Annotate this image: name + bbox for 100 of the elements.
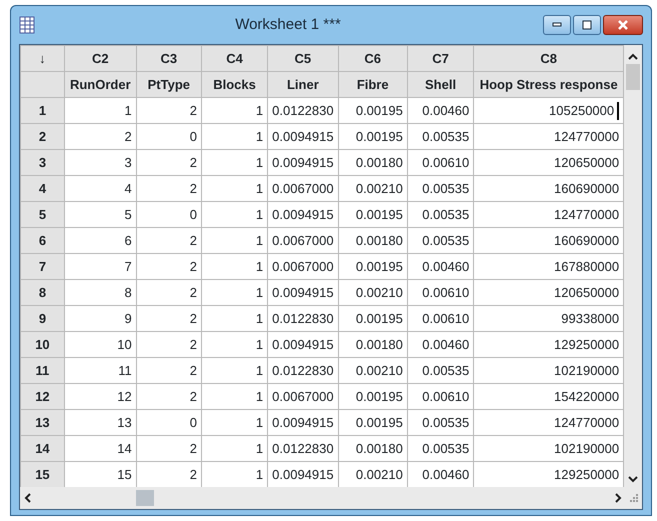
table-cell: 9 xyxy=(124,310,132,326)
table-cell: 8 xyxy=(124,284,132,300)
column-name-header: RunOrder xyxy=(64,72,136,98)
column-name-header: PtType xyxy=(136,72,202,98)
table-cell: 1 xyxy=(256,414,264,430)
table-cell: 0.00180 xyxy=(356,336,403,352)
row-number: 7 xyxy=(20,254,64,280)
row-number: 8 xyxy=(20,280,64,306)
table-cell: 2 xyxy=(190,284,197,300)
column-name-header: Shell xyxy=(407,72,474,98)
table-cell: 2 xyxy=(190,466,197,482)
row-number: 10 xyxy=(20,332,64,358)
resize-grip-icon[interactable] xyxy=(630,494,638,502)
table-cell: 2 xyxy=(190,180,197,196)
column-name-header: Blocks xyxy=(201,72,268,98)
table-cell: 124770000 xyxy=(554,206,620,222)
table-cell: 0.00195 xyxy=(356,102,403,118)
table-cell: 0.00460 xyxy=(422,466,470,482)
row-number: 15 xyxy=(20,462,64,488)
minimize-button[interactable] xyxy=(543,15,571,35)
window-title: Worksheet 1 *** xyxy=(234,14,342,35)
row-number: 9 xyxy=(20,306,64,332)
scroll-thumb[interactable] xyxy=(626,64,640,90)
column-id-header: C6 xyxy=(338,46,408,72)
table-cell: 0.00535 xyxy=(422,232,470,248)
table-cell: 14 xyxy=(117,440,132,456)
table-cell: 2 xyxy=(124,128,132,144)
table-cell: 1 xyxy=(256,336,264,352)
minimize-icon xyxy=(552,22,562,28)
scroll-left-icon[interactable] xyxy=(24,493,31,503)
table-cell: 0.0094915 xyxy=(272,466,334,482)
vertical-scrollbar[interactable] xyxy=(624,45,642,487)
table-cell: 0 xyxy=(190,128,197,144)
row-number: 14 xyxy=(20,436,64,462)
table-cell: 0.00535 xyxy=(422,180,470,196)
column-id-header: C8 xyxy=(474,46,624,72)
table-cell: 1 xyxy=(256,310,264,326)
table-cell: 129250000 xyxy=(554,336,620,352)
table-cell: 0.00195 xyxy=(356,310,403,326)
row-number: 1 xyxy=(20,98,64,124)
table-cell: 105250000 xyxy=(549,102,614,118)
worksheet-icon xyxy=(19,16,35,34)
table-cell: 0 xyxy=(190,206,197,222)
table-cell: 1 xyxy=(256,206,264,222)
row-number: 6 xyxy=(20,228,64,254)
table-cell: 0.00180 xyxy=(356,440,403,456)
table-cell: 102190000 xyxy=(554,440,620,456)
column-name-header: Hoop Stress response xyxy=(474,72,624,98)
table-cell: 129250000 xyxy=(554,466,620,482)
table-cell: 0.0122830 xyxy=(272,362,334,378)
sort-arrow-cell: ↓ xyxy=(20,46,64,72)
table-cell: 0.00535 xyxy=(422,440,470,456)
table-cell: 0.00210 xyxy=(356,180,403,196)
column-id-header: C5 xyxy=(268,46,338,72)
table-cell: 13 xyxy=(117,414,132,430)
table-cell: 10 xyxy=(117,336,132,352)
table-cell: 0.00535 xyxy=(422,362,470,378)
table-cell: 0.00460 xyxy=(422,102,470,118)
table-cell: 1 xyxy=(124,102,132,118)
table-cell: 0.00210 xyxy=(356,284,403,300)
table-cell: 160690000 xyxy=(554,180,620,196)
table-cell: 0.00195 xyxy=(356,258,403,274)
maximize-button[interactable] xyxy=(573,15,601,35)
table-cell: 0.0094915 xyxy=(272,414,334,430)
table-cell: 1 xyxy=(256,466,264,482)
table-cell: 0.00460 xyxy=(422,336,470,352)
maximize-icon xyxy=(582,20,592,30)
table-cell: 15 xyxy=(117,466,132,482)
table-cell: 0.0122830 xyxy=(272,310,334,326)
table-cell: 0.0122830 xyxy=(272,102,334,118)
table-cell: 160690000 xyxy=(554,232,620,248)
table-cell: 2 xyxy=(190,154,197,170)
row-number: 3 xyxy=(20,150,64,176)
table-cell: 2 xyxy=(190,440,197,456)
table-cell: 1 xyxy=(256,362,264,378)
table-cell: 154220000 xyxy=(554,388,620,404)
scroll-thumb[interactable] xyxy=(136,490,154,506)
table-cell: 7 xyxy=(124,258,132,274)
column-id-header: C7 xyxy=(407,46,474,72)
table-cell: 3 xyxy=(124,154,132,170)
table-cell: 0.0094915 xyxy=(272,284,334,300)
table-cell: 0.00195 xyxy=(356,414,403,430)
table-cell: 120650000 xyxy=(554,154,620,170)
table-cell: 0.0067000 xyxy=(272,258,334,274)
horizontal-scrollbar[interactable] xyxy=(20,487,642,509)
close-button[interactable] xyxy=(603,15,643,35)
column-name-header: Liner xyxy=(268,72,338,98)
scroll-down-icon[interactable] xyxy=(628,476,638,483)
scroll-up-icon[interactable] xyxy=(628,53,638,60)
row-number: 4 xyxy=(20,176,64,202)
table-cell: 0.0094915 xyxy=(272,206,334,222)
table-cell: 1 xyxy=(256,258,264,274)
table-cell: 1 xyxy=(256,102,264,118)
table-cell: 12 xyxy=(117,388,132,404)
table-cell: 2 xyxy=(190,102,197,118)
row-number: 2 xyxy=(20,124,64,150)
scroll-right-icon[interactable] xyxy=(615,493,622,503)
row-number: 13 xyxy=(20,410,64,436)
table-cell: 2 xyxy=(190,362,197,378)
table-cell: 2 xyxy=(190,258,197,274)
